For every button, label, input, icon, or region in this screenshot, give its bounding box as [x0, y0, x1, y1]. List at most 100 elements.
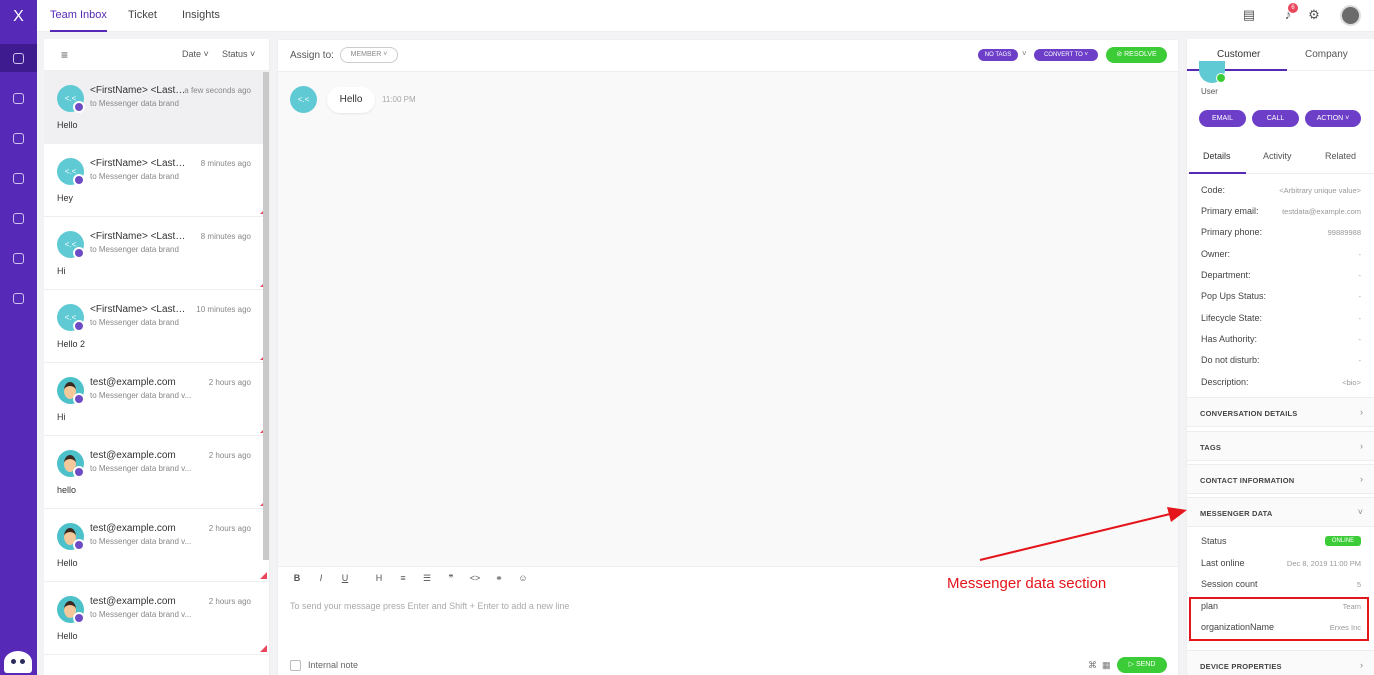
- clipboard-icon[interactable]: ▤: [1241, 7, 1257, 23]
- message-input[interactable]: To send your message press Enter and Shi…: [290, 601, 569, 611]
- top-bar: Team Inbox Ticket Insights ▤ ♪ 6 ⚙: [37, 0, 1374, 32]
- nav-people-icon[interactable]: [0, 164, 37, 192]
- section-tags[interactable]: TAGS ›: [1187, 431, 1374, 461]
- nav-bulb-icon[interactable]: [0, 84, 37, 112]
- menu-icon[interactable]: ≡: [61, 48, 68, 62]
- detail-key: Owner:: [1201, 249, 1231, 259]
- tab-ticket[interactable]: Ticket: [128, 0, 157, 32]
- attachment-icon[interactable]: ⌘: [1088, 660, 1097, 671]
- detail-value: <Arbitrary unique value>: [1279, 186, 1361, 195]
- detail-key: Pop Ups Status:: [1201, 291, 1267, 301]
- emoji-icon[interactable]: ☺: [516, 573, 530, 583]
- conversation-item[interactable]: test@example.com 2 hours ago to Messenger …: [44, 436, 269, 509]
- detail-key: Has Authority:: [1201, 334, 1258, 344]
- brand-line: to Messenger data brand v...: [90, 464, 192, 473]
- messenger-channel-icon: [73, 539, 85, 551]
- member-dropdown[interactable]: MEMBER ˅: [340, 47, 398, 63]
- call-button[interactable]: CALL: [1252, 110, 1299, 127]
- unread-flag-icon: [260, 572, 267, 579]
- bold-icon[interactable]: B: [290, 573, 304, 583]
- conversation-item[interactable]: <.<<FirstName> <LastName>8 minutes agoto…: [44, 144, 269, 217]
- tab-company[interactable]: Company: [1305, 49, 1348, 60]
- nav-laptop-icon[interactable]: [0, 204, 37, 232]
- conversation-item[interactable]: test@example.com 2 hours ago to Messenger …: [44, 582, 269, 655]
- detail-key: Description:: [1201, 377, 1249, 387]
- chevron-right-icon: ›: [1360, 474, 1363, 484]
- internal-note-checkbox[interactable]: [290, 660, 301, 671]
- tab-team-inbox[interactable]: Team Inbox: [50, 0, 107, 32]
- section-title: TAGS: [1200, 443, 1222, 452]
- message-preview: Hi: [57, 266, 66, 276]
- resolve-button[interactable]: ⊘ RESOLVE: [1106, 47, 1167, 63]
- conversation-time: 2 hours ago: [208, 597, 251, 606]
- annotation-arrow-icon: [979, 507, 1187, 561]
- user-avatar[interactable]: [1340, 5, 1361, 26]
- brand-line: to Messenger data brand v...: [90, 391, 192, 400]
- section-title: DEVICE PROPERTIES: [1200, 662, 1282, 671]
- detail-row: Owner: -: [1201, 249, 1361, 261]
- template-icon[interactable]: ▦: [1102, 660, 1111, 671]
- conversation-item[interactable]: test@example.com 2 hours ago to Messenger …: [44, 363, 269, 436]
- ordered-list-icon[interactable]: ☰: [420, 573, 434, 584]
- nav-rail: X: [0, 0, 37, 675]
- detail-row: Primary email: testdata@example.com: [1201, 206, 1361, 218]
- conversation-time: 2 hours ago: [208, 451, 251, 460]
- nav-inbox-icon[interactable]: [0, 44, 37, 72]
- underline-icon[interactable]: U: [338, 573, 352, 583]
- conversation-item[interactable]: <.<<FirstName> <LastName>8 minutes agoto…: [44, 217, 269, 290]
- messenger-channel-icon: [73, 466, 85, 478]
- send-button[interactable]: ▷ SEND: [1117, 657, 1167, 673]
- tab-customer[interactable]: Customer: [1217, 49, 1260, 60]
- no-tags-pill[interactable]: NO TAGS: [978, 49, 1018, 61]
- annotation-label: Messenger data section: [947, 575, 1107, 592]
- brand-line: to Messenger data brand: [90, 99, 179, 108]
- gear-icon[interactable]: ⚙: [1306, 7, 1322, 23]
- code-icon[interactable]: <>: [468, 573, 482, 583]
- quote-icon[interactable]: ❞: [444, 573, 458, 584]
- chevron-right-icon: ›: [1360, 441, 1363, 451]
- messenger-data-row: Status ONLINE: [1201, 536, 1361, 548]
- tab-details[interactable]: Details: [1203, 151, 1231, 161]
- brand-line: to Messenger data brand v...: [90, 537, 192, 546]
- nav-calendar-icon[interactable]: [0, 284, 37, 312]
- contact-name: test@example.com: [90, 523, 176, 534]
- bot-icon[interactable]: [4, 651, 32, 673]
- filter-status[interactable]: Status ˅: [222, 49, 255, 59]
- heading-icon[interactable]: H: [372, 573, 386, 583]
- message-preview: Hello: [57, 631, 78, 641]
- section-conversation-details[interactable]: CONVERSATION DETAILS ›: [1187, 397, 1374, 427]
- filter-date[interactable]: Date ˅: [182, 49, 209, 59]
- link-icon[interactable]: ⚭: [492, 573, 506, 584]
- tab-activity[interactable]: Activity: [1263, 151, 1292, 161]
- contact-name: <FirstName> <LastName>: [90, 304, 186, 315]
- chevron-right-icon: ›: [1360, 407, 1363, 417]
- messenger-channel-icon: [73, 612, 85, 624]
- online-dot-icon: [1216, 73, 1226, 83]
- chat-header: Assign to: MEMBER ˅ NO TAGS ˅ CONVERT TO…: [278, 40, 1178, 72]
- conversation-item[interactable]: <.<<FirstName> <LastName>10 minutes agot…: [44, 290, 269, 363]
- chevron-right-icon: ›: [1360, 660, 1363, 670]
- conversation-item[interactable]: test@example.com 2 hours ago to Messenger …: [44, 509, 269, 582]
- conversation-item[interactable]: <.<<FirstName> <LastName>a few seconds a…: [44, 71, 269, 144]
- nav-megaphone-icon[interactable]: [0, 244, 37, 272]
- status-badge: ONLINE: [1325, 536, 1361, 546]
- section-contact-information[interactable]: CONTACT INFORMATION ›: [1187, 464, 1374, 494]
- chevron-down-icon[interactable]: ˅: [1022, 49, 1027, 58]
- section-device-properties[interactable]: DEVICE PROPERTIES ›: [1187, 650, 1374, 675]
- bullet-list-icon[interactable]: ≡: [396, 573, 410, 583]
- detail-row: Description: <bio>: [1201, 377, 1361, 389]
- action-button[interactable]: ACTION ˅: [1305, 110, 1361, 127]
- convert-to-button[interactable]: CONVERT TO ˅: [1034, 49, 1098, 61]
- tab-insights[interactable]: Insights: [182, 0, 220, 32]
- detail-value: -: [1358, 335, 1362, 344]
- italic-icon[interactable]: I: [314, 573, 328, 583]
- messenger-channel-icon: [73, 247, 85, 259]
- section-title: CONTACT INFORMATION: [1200, 476, 1295, 485]
- detail-row: Department: -: [1201, 270, 1361, 282]
- app-logo[interactable]: X: [0, 8, 37, 26]
- section-messenger-data[interactable]: MESSENGER DATA ˅: [1187, 497, 1374, 527]
- nav-refresh-icon[interactable]: [0, 124, 37, 152]
- list-scrollbar[interactable]: [263, 72, 269, 560]
- email-button[interactable]: EMAIL: [1199, 110, 1246, 127]
- tab-related[interactable]: Related: [1325, 151, 1356, 161]
